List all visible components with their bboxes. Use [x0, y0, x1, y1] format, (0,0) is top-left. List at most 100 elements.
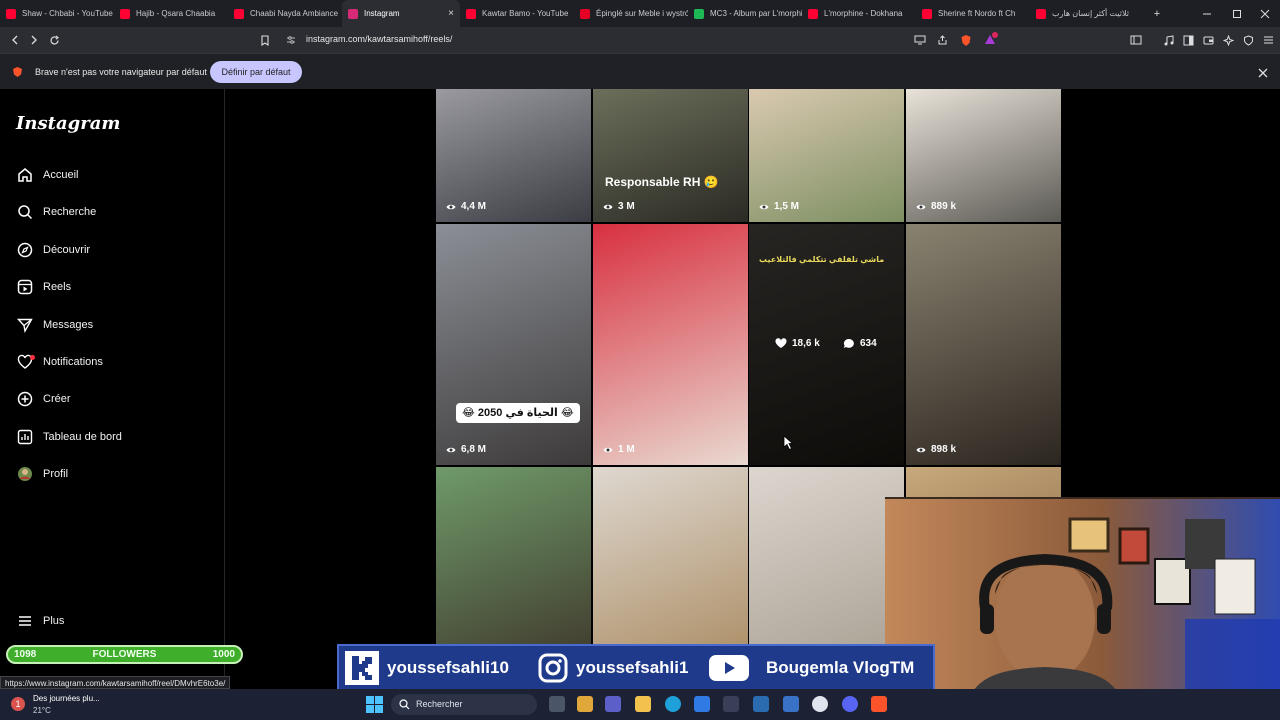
- nav-label: Messages: [43, 319, 94, 331]
- minimize-button[interactable]: [1192, 0, 1222, 27]
- browser-tab[interactable]: L'morphine - Dokhana: [802, 0, 916, 27]
- music-button[interactable]: [1159, 31, 1177, 49]
- nav-item-messages[interactable]: Messages: [16, 313, 216, 337]
- nav-item-tableau-de-bord[interactable]: Tableau de bord: [16, 425, 216, 449]
- nav-item-creer[interactable]: Créer: [16, 387, 216, 411]
- task-view-icon[interactable]: [549, 696, 565, 712]
- reel-thumbnail-hovered[interactable]: ماشي تلفلفي تتكلمي فالتلاعيب 18,6 k 634: [749, 224, 904, 465]
- nav-item-recherche[interactable]: Recherche: [16, 200, 216, 224]
- browser-tab[interactable]: Épinglé sur Meble i wystrój: [574, 0, 688, 27]
- home-icon: [16, 166, 34, 184]
- eye-icon: [759, 204, 769, 209]
- link-status-url: https://www.instagram.com/kawtarsamihoff…: [0, 676, 231, 689]
- nav-label: Recherche: [43, 206, 97, 218]
- browser-tab[interactable]: Instagram ×: [342, 0, 460, 27]
- dropbox-icon[interactable]: [694, 696, 710, 712]
- infobar-close-button[interactable]: [1258, 65, 1272, 79]
- weather-widget[interactable]: 1: [8, 694, 28, 714]
- tab-title: Hajib - Qsara Chaabia: [136, 9, 216, 18]
- cast-button[interactable]: [911, 31, 929, 49]
- browser-tab[interactable]: Sherine ft Nordo ft Ch: [916, 0, 1030, 27]
- wallet-button[interactable]: [1199, 31, 1217, 49]
- nav-label: Reels: [43, 281, 72, 293]
- tab-favicon: [580, 8, 590, 19]
- nav-item-decouvrir[interactable]: Découvrir: [16, 238, 216, 262]
- forward-button[interactable]: [25, 31, 43, 49]
- reel-overlay-text: ماشي تلفلفي تتكلمي فالتلاعيب: [759, 255, 885, 264]
- nav-item-profil[interactable]: Profil: [16, 462, 216, 486]
- instagram-icon: [538, 653, 568, 683]
- nav-item-reels[interactable]: Reels: [16, 275, 216, 299]
- default-browser-infobar: Brave n'est pas votre navigateur par déf…: [0, 53, 1280, 89]
- tab-favicon: [120, 8, 130, 19]
- address-bar[interactable]: instagram.com/kawtarsamihoff/reels/: [278, 30, 998, 50]
- reel-thumbnail[interactable]: 898 k: [906, 224, 1061, 465]
- share-button[interactable]: [933, 31, 951, 49]
- brave-shields-button[interactable]: [957, 31, 975, 49]
- chart-icon: [16, 428, 34, 446]
- reel-thumbnail[interactable]: 😂 الحياة في 2050 😂 6,8 M: [436, 224, 591, 465]
- rewards-badge: [992, 32, 998, 38]
- bootstrap-icon[interactable]: [723, 696, 739, 712]
- tab-title: Instagram: [364, 9, 400, 18]
- nav-label: Profil: [43, 468, 69, 480]
- reading-list-button[interactable]: [1179, 31, 1197, 49]
- view-count: 1,5 M: [759, 201, 799, 212]
- notification-badge: [30, 355, 35, 360]
- reel-caption: 😂 الحياة في 2050 😂: [456, 403, 580, 423]
- url-text: instagram.com/kawtarsamihoff/reels/: [306, 34, 453, 44]
- back-button[interactable]: [6, 31, 24, 49]
- sidebar-toggle-button[interactable]: [1127, 31, 1145, 49]
- brave-icon[interactable]: [871, 696, 887, 712]
- app-icon[interactable]: [753, 696, 769, 712]
- nav-item-notifications[interactable]: Notifications: [16, 350, 216, 374]
- browser-tab[interactable]: Shaw - Chbabi - YouTube: [0, 0, 114, 27]
- brave-rewards-button[interactable]: [981, 31, 999, 49]
- taskbar-search[interactable]: Rechercher: [391, 694, 537, 715]
- nav-item-plus[interactable]: Plus: [16, 609, 216, 633]
- set-default-button[interactable]: Définir par défaut: [210, 61, 302, 83]
- azure-icon[interactable]: [783, 696, 799, 712]
- close-window-button[interactable]: [1250, 0, 1280, 27]
- sparkle-icon: [1222, 34, 1234, 46]
- vpn-button[interactable]: [1239, 31, 1257, 49]
- reload-button[interactable]: [45, 31, 63, 49]
- browser-tab[interactable]: Kawtar Bamo - YouTube: [460, 0, 574, 27]
- nav-label: Tableau de bord: [43, 431, 122, 443]
- close-icon: [1260, 9, 1270, 18]
- tab-title: ثلاثيت أكثر إنسان هارب: [1052, 9, 1129, 18]
- webcam-image: [885, 499, 1280, 720]
- tab-close-button[interactable]: ×: [448, 8, 454, 19]
- instagram-logo[interactable]: Instagram: [16, 113, 120, 134]
- discord-icon[interactable]: [842, 696, 858, 712]
- nav-item-accueil[interactable]: Accueil: [16, 163, 216, 187]
- edge-icon[interactable]: [665, 696, 681, 712]
- leo-ai-button[interactable]: [1219, 31, 1237, 49]
- browser-tab[interactable]: Chaabi Nayda Ambiance: [228, 0, 342, 27]
- tab-title: Kawtar Bamo - YouTube: [482, 9, 569, 18]
- start-button[interactable]: [366, 696, 383, 718]
- menu-button[interactable]: [1259, 31, 1277, 49]
- minimize-icon: [1203, 13, 1211, 14]
- eye-icon: [603, 204, 613, 209]
- heart-icon: [16, 353, 35, 371]
- browser-tab[interactable]: ثلاثيت أكثر إنسان هارب: [1030, 0, 1144, 27]
- file-explorer-icon[interactable]: [635, 696, 651, 712]
- nav-label: Notifications: [43, 356, 103, 368]
- hamburger-icon: [1263, 36, 1273, 44]
- teams-icon[interactable]: [605, 696, 621, 712]
- new-tab-button[interactable]: +: [1142, 0, 1172, 27]
- reel-thumbnail[interactable]: 1,5 M: [749, 89, 904, 222]
- reel-thumbnail[interactable]: 1 M: [593, 224, 748, 465]
- maximize-button[interactable]: [1222, 0, 1252, 27]
- followers-goal: 1000: [212, 649, 235, 660]
- bookmark-button[interactable]: [256, 31, 274, 49]
- browser-tab[interactable]: Hajib - Qsara Chaabia: [114, 0, 228, 27]
- reel-thumbnail[interactable]: 4,4 M: [436, 89, 591, 222]
- avatar: [16, 465, 34, 483]
- chrome-icon[interactable]: [812, 696, 828, 712]
- paint-icon[interactable]: [577, 696, 593, 712]
- reel-thumbnail[interactable]: Responsable RH 🥲 3 M: [593, 89, 748, 222]
- browser-tab[interactable]: MC3 - Album par L'morphine: [688, 0, 802, 27]
- reel-thumbnail[interactable]: 889 k: [906, 89, 1061, 222]
